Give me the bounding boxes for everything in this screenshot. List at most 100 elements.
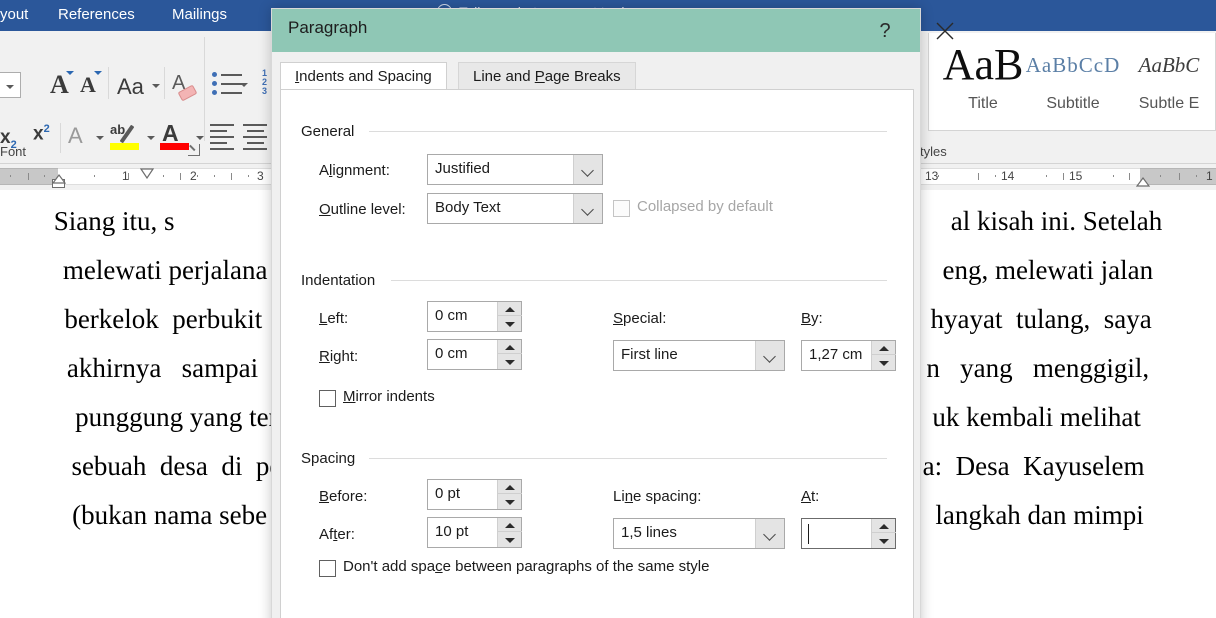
- by-spinner[interactable]: 1,27 cm: [801, 340, 896, 371]
- left-indent-label: Left:: [319, 310, 349, 327]
- collapsed-by-default-label: Collapsed by default: [637, 198, 773, 215]
- section-divider: [369, 131, 887, 132]
- checkbox-box: [613, 200, 630, 217]
- divider: [108, 67, 109, 99]
- shrink-font-icon[interactable]: A: [80, 72, 96, 98]
- spacing-before-spinner[interactable]: 0 pt: [427, 479, 522, 510]
- dialog-title-bar[interactable]: Paragraph: [272, 9, 920, 52]
- outline-level-label: Outline level:: [319, 201, 406, 218]
- spinner-up-icon[interactable]: [872, 519, 896, 533]
- right-indent-spinner[interactable]: 0 cm: [427, 339, 522, 370]
- grow-font-caret-icon: [66, 71, 74, 75]
- ribbon-tab-mailings[interactable]: Mailings: [172, 4, 227, 26]
- change-case-caret-icon: [152, 84, 160, 88]
- tab-label-rest: ndents and Spacing: [299, 68, 432, 85]
- spinner-buttons[interactable]: [497, 518, 522, 547]
- divider: [164, 67, 165, 99]
- special-value: First line: [621, 346, 678, 363]
- spinner-buttons[interactable]: [497, 480, 522, 509]
- change-case-icon[interactable]: Aa: [117, 74, 144, 100]
- highlight-caret-icon[interactable]: [147, 136, 155, 140]
- tab-line-and-page-breaks[interactable]: Line and Page Breaks: [458, 62, 636, 90]
- spacing-after-spinner[interactable]: 10 pt: [427, 517, 522, 548]
- right-indent-marker[interactable]: [1135, 174, 1151, 187]
- ruler-number: 13: [925, 169, 939, 183]
- first-line-indent-marker[interactable]: [139, 166, 155, 180]
- special-combobox[interactable]: First line: [613, 340, 785, 371]
- ruler-number: 2: [190, 169, 197, 183]
- line-spacing-value: 1,5 lines: [621, 524, 677, 541]
- text-cursor: [808, 524, 809, 544]
- chevron-down-icon[interactable]: [573, 155, 602, 184]
- ruler-margin-right: [1140, 168, 1216, 185]
- help-icon[interactable]: ?: [869, 17, 901, 45]
- chevron-down-icon[interactable]: [6, 85, 14, 89]
- ruler-number: 15: [1069, 169, 1083, 183]
- font-color-caret-icon[interactable]: [196, 136, 204, 140]
- font-size-input[interactable]: 2: [0, 72, 21, 98]
- style-item-subtle-emphasis[interactable]: AaBbC Subtle E: [1115, 33, 1216, 129]
- styles-group-label: tyles: [920, 144, 947, 159]
- spacing-section-label: Spacing: [301, 450, 363, 467]
- alignment-label: Alignment:: [319, 162, 390, 179]
- dialog-tab-strip: Indents and Spacing Line and Page Breaks: [280, 62, 914, 90]
- spinner-up-icon[interactable]: [498, 302, 522, 316]
- line-spacing-label: Line spacing:: [613, 488, 702, 505]
- style-name: Subtitle: [1046, 95, 1100, 112]
- spinner-buttons[interactable]: [871, 519, 896, 548]
- font-dialog-launcher-icon[interactable]: [188, 144, 200, 156]
- style-preview: AaBbC: [1138, 53, 1200, 77]
- divider: [204, 37, 205, 141]
- dont-add-space-label: Don't add space between paragraphs of th…: [343, 558, 710, 575]
- spinner-up-icon[interactable]: [498, 480, 522, 494]
- chevron-down-icon[interactable]: [573, 194, 602, 223]
- text-effects-icon[interactable]: A: [68, 123, 83, 149]
- mirror-indents-label: Mirror indents: [343, 388, 435, 405]
- alignment-combobox[interactable]: Justified: [427, 154, 603, 185]
- spinner-up-icon[interactable]: [498, 518, 522, 532]
- spacing-before-label: Before:: [319, 488, 368, 505]
- close-icon[interactable]: [927, 17, 963, 45]
- spacing-after-value: 10 pt: [435, 523, 469, 540]
- spinner-buttons[interactable]: [497, 340, 522, 369]
- spacing-before-value: 0 pt: [435, 485, 461, 502]
- spinner-down-icon[interactable]: [498, 317, 522, 331]
- right-indent-value: 0 cm: [435, 345, 468, 362]
- spinner-down-icon[interactable]: [872, 356, 896, 370]
- spinner-down-icon[interactable]: [498, 495, 522, 509]
- font-group-label: Font: [0, 144, 27, 159]
- tab-indents-and-spacing[interactable]: Indents and Spacing: [280, 62, 447, 90]
- checkbox-box[interactable]: [319, 390, 336, 407]
- spinner-down-icon[interactable]: [872, 534, 896, 548]
- spinner-up-icon[interactable]: [498, 340, 522, 354]
- spinner-down-icon[interactable]: [498, 355, 522, 369]
- checkbox-box[interactable]: [319, 560, 336, 577]
- highlight-color-swatch: [110, 143, 139, 150]
- section-divider: [369, 458, 887, 459]
- ruler-number: 1: [122, 169, 129, 183]
- spinner-down-icon[interactable]: [498, 533, 522, 547]
- line-spacing-combobox[interactable]: 1,5 lines: [613, 518, 785, 549]
- at-label: At:: [801, 488, 820, 505]
- ruler-margin-left: [0, 168, 58, 185]
- chevron-down-icon[interactable]: [755, 341, 784, 370]
- outline-level-combobox[interactable]: Body Text: [427, 193, 603, 224]
- shrink-font-caret-icon: [94, 71, 102, 75]
- spinner-buttons[interactable]: [497, 302, 522, 331]
- superscript-icon[interactable]: x2: [33, 123, 50, 145]
- ribbon-tab-references[interactable]: References: [58, 4, 135, 26]
- style-preview: AaBbCcD: [1025, 53, 1121, 77]
- styles-gallery[interactable]: AaB Title AaBbCcD Subtitle AaBbC Subtle …: [928, 33, 1216, 131]
- at-spinner[interactable]: [801, 518, 896, 549]
- spinner-up-icon[interactable]: [872, 341, 896, 355]
- left-indent-spinner[interactable]: 0 cm: [427, 301, 522, 332]
- outline-level-value: Body Text: [435, 199, 501, 216]
- spacing-after-label: After:: [319, 526, 355, 543]
- bullets-caret-icon[interactable]: [240, 83, 248, 87]
- spinner-buttons[interactable]: [871, 341, 896, 370]
- hanging-indent-marker[interactable]: [51, 171, 67, 184]
- ribbon-tab-layout[interactable]: yout: [0, 4, 28, 26]
- chevron-down-icon[interactable]: [755, 519, 784, 548]
- general-section-label: General: [301, 123, 362, 140]
- style-item-subtitle[interactable]: AaBbCcD Subtitle: [1019, 33, 1127, 129]
